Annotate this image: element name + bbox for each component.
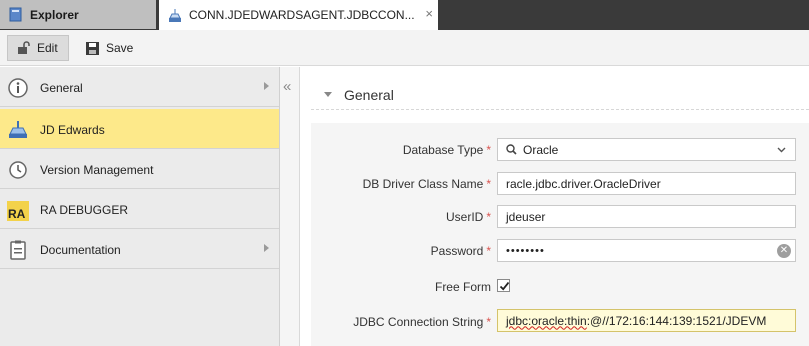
user-id-value: jdeuser xyxy=(506,209,546,224)
chevron-right-icon xyxy=(264,244,269,252)
jdbc-string-value-rest: :@//172:16:144:139:1521/JDEVM xyxy=(586,313,767,328)
sidebar-item-label: JD Edwards xyxy=(40,123,105,137)
sidebar-item-ra-debugger[interactable]: RA RA DEBUGGER xyxy=(0,189,279,229)
tab-explorer-label: Explorer xyxy=(30,7,79,22)
sidebar-collapse-strip[interactable]: « xyxy=(280,67,300,346)
required-marker: * xyxy=(486,177,491,191)
database-type-select[interactable]: Oracle xyxy=(497,138,796,161)
database-type-value: Oracle xyxy=(523,142,559,157)
tab-connection-label: CONN.JDEDWARDSAGENT.JDBCCON... xyxy=(189,8,415,22)
checkmark-icon xyxy=(499,281,510,291)
tab-connection[interactable]: CONN.JDEDWARDSAGENT.JDBCCON... × xyxy=(159,0,438,30)
database-type-label: Database Type * xyxy=(402,143,491,157)
free-form-checkbox[interactable] xyxy=(497,279,510,292)
edit-button[interactable]: Edit xyxy=(7,35,69,61)
clipboard-icon xyxy=(10,240,26,260)
clear-icon[interactable]: ✕ xyxy=(777,244,791,258)
sidebar-item-label: General xyxy=(40,81,83,95)
jd-edwards-icon xyxy=(9,121,27,138)
password-label: Password * xyxy=(430,244,491,258)
tab-explorer[interactable]: Explorer xyxy=(0,0,156,29)
section-header[interactable]: General xyxy=(311,67,809,110)
edit-button-label: Edit xyxy=(37,41,58,55)
close-icon[interactable]: × xyxy=(425,7,433,20)
history-icon xyxy=(9,161,27,179)
collapse-left-icon[interactable]: « xyxy=(283,79,291,94)
required-marker: * xyxy=(486,210,491,224)
svg-text:RA: RA xyxy=(8,207,26,221)
sidebar-item-label: Documentation xyxy=(40,243,121,257)
password-value: •••••••• xyxy=(506,244,545,257)
save-icon xyxy=(86,41,99,55)
sidebar-item-label: RA DEBUGGER xyxy=(40,203,129,217)
driver-class-input[interactable]: racle.jdbc.driver.OracleDriver xyxy=(497,172,796,195)
search-icon xyxy=(506,144,517,155)
required-marker: * xyxy=(486,244,491,258)
jdbc-string-label: JDBC Connection String * xyxy=(353,315,491,329)
driver-class-value: racle.jdbc.driver.OracleDriver xyxy=(506,176,661,191)
driver-class-label: DB Driver Class Name * xyxy=(362,177,491,191)
sidebar-item-jd-edwards[interactable]: JD Edwards xyxy=(0,109,279,149)
chevron-right-icon xyxy=(264,82,269,90)
sidebar-item-version-management[interactable]: Version Management xyxy=(0,149,279,189)
chevron-down-icon[interactable] xyxy=(324,92,332,97)
save-button-label: Save xyxy=(106,41,134,55)
user-id-input[interactable]: jdeuser xyxy=(497,205,796,228)
save-button[interactable]: Save xyxy=(83,35,143,61)
explorer-icon xyxy=(9,7,22,22)
unlock-icon xyxy=(18,41,30,54)
required-marker: * xyxy=(486,143,491,157)
sidebar-item-general[interactable]: General xyxy=(0,67,279,107)
chevron-down-icon[interactable] xyxy=(776,143,787,157)
sidebar-item-documentation[interactable]: Documentation xyxy=(0,229,279,269)
user-id-label: UserID * xyxy=(445,210,491,224)
required-marker: * xyxy=(486,315,491,329)
free-form-label: Free Form xyxy=(434,280,491,294)
connection-icon xyxy=(168,8,181,23)
toolbar: Edit Save xyxy=(0,30,809,66)
section-title: General xyxy=(344,87,394,103)
jdbc-string-input[interactable]: jdbc:oracle:thin:@//172:16:144:139:1521/… xyxy=(497,309,796,332)
ra-debugger-icon: RA xyxy=(7,201,29,221)
tab-bar: Explorer CONN.JDEDWARDSAGENT.JDBCCON... … xyxy=(0,0,809,30)
info-icon xyxy=(8,78,28,98)
password-input[interactable]: •••••••• ✕ xyxy=(497,239,796,262)
sidebar: General JD Edwards Version Management RA… xyxy=(0,67,280,346)
main-content: General Database Type * Oracle DB Driver … xyxy=(301,67,809,346)
jdbc-string-value-prefix: jdbc:oracle:thin xyxy=(506,313,587,328)
sidebar-item-label: Version Management xyxy=(40,163,154,177)
